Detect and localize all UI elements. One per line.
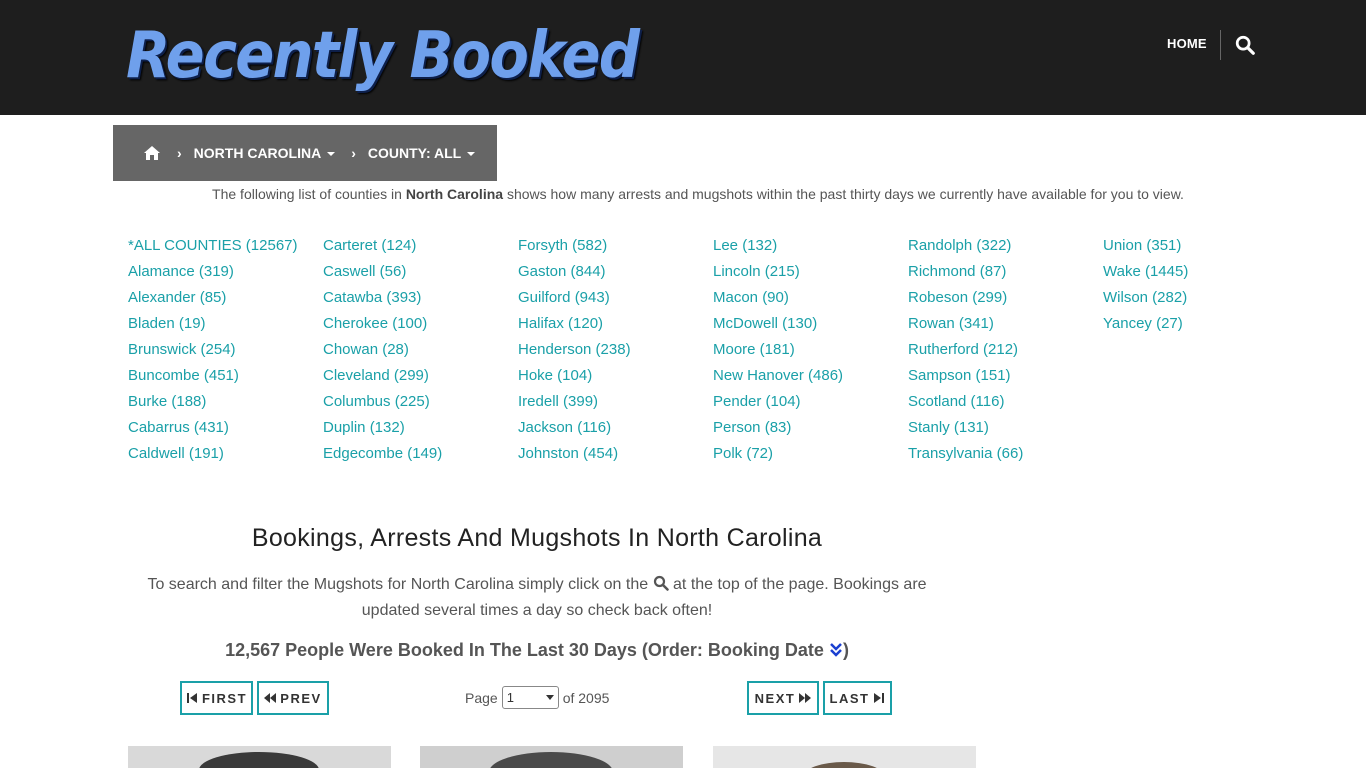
fast-forward-icon [799,693,812,703]
site-header: Recently Booked HOME [0,0,1366,115]
county-link[interactable]: Yancey (27) [1103,312,1298,338]
home-icon[interactable] [143,145,161,161]
county-link[interactable]: Stanly (131) [908,416,1103,442]
search-icon[interactable] [1234,34,1256,56]
county-link[interactable]: Rutherford (212) [908,338,1103,364]
breadcrumb-separator: › [177,145,182,161]
county-link[interactable]: Caldwell (191) [128,442,323,468]
page-selector: Page 1 of 2095 [465,686,609,709]
county-link[interactable]: Macon (90) [713,286,908,312]
county-link[interactable]: Lincoln (215) [713,260,908,286]
county-link[interactable]: Person (83) [713,416,908,442]
county-link[interactable]: Moore (181) [713,338,908,364]
nav-home-link[interactable]: HOME [1167,36,1207,51]
next-page-button[interactable]: NEXT [747,681,819,715]
site-logo[interactable]: Recently Booked [126,18,640,94]
county-link[interactable]: Forsyth (582) [518,234,713,260]
county-link[interactable]: Iredell (399) [518,390,713,416]
county-link[interactable]: Sampson (151) [908,364,1103,390]
county-link[interactable]: Cabarrus (431) [128,416,323,442]
county-link[interactable]: Carteret (124) [323,234,518,260]
step-backward-icon [186,693,197,703]
mugshot-thumbnail[interactable] [128,746,391,768]
county-link[interactable]: *ALL COUNTIES (12567) [128,234,323,260]
county-link[interactable]: Lee (132) [713,234,908,260]
breadcrumb-state-dropdown[interactable]: NORTH CAROLINA [194,145,336,161]
county-link[interactable]: Chowan (28) [323,338,518,364]
county-link[interactable]: Polk (72) [713,442,908,468]
county-list: *ALL COUNTIES (12567) Alamance (319) Alexa… [128,234,1268,468]
caret-down-icon [467,152,476,157]
nav-divider [1220,30,1221,60]
prev-page-button[interactable]: PREV [257,681,329,715]
county-link[interactable]: Bladen (19) [128,312,323,338]
search-icon [653,575,669,591]
intro-text: The following list of counties in North … [212,186,1184,202]
county-link[interactable]: Wilson (282) [1103,286,1298,312]
county-link[interactable]: Gaston (844) [518,260,713,286]
county-link[interactable]: Buncombe (451) [128,364,323,390]
county-link[interactable]: Catawba (393) [323,286,518,312]
section-title: Bookings, Arrests And Mugshots In North … [251,524,823,552]
breadcrumb: › NORTH CAROLINA › COUNTY: ALL [113,125,497,181]
county-link[interactable]: Alexander (85) [128,286,323,312]
county-link[interactable]: Cleveland (299) [323,364,518,390]
county-link[interactable]: New Hanover (486) [713,364,908,390]
chevron-down-icon [545,695,554,700]
first-page-button[interactable]: FIRST [180,681,253,715]
county-link[interactable]: Cherokee (100) [323,312,518,338]
county-link[interactable]: Henderson (238) [518,338,713,364]
county-link[interactable]: Guilford (943) [518,286,713,312]
last-page-button[interactable]: LAST [823,681,892,715]
county-link[interactable]: Columbus (225) [323,390,518,416]
county-link[interactable]: Union (351) [1103,234,1298,260]
county-link[interactable]: Pender (104) [713,390,908,416]
mugshot-thumbnail[interactable] [420,746,683,768]
county-link[interactable]: Scotland (116) [908,390,1103,416]
page-select[interactable]: 1 [501,686,559,709]
county-link[interactable]: Jackson (116) [518,416,713,442]
county-link[interactable]: Wake (1445) [1103,260,1298,286]
caret-down-icon [327,152,336,157]
county-link[interactable]: Duplin (132) [323,416,518,442]
county-link[interactable]: Rowan (341) [908,312,1103,338]
step-forward-icon [874,693,885,703]
chevron-double-down-icon[interactable] [829,642,843,658]
county-link[interactable]: Alamance (319) [128,260,323,286]
county-link[interactable]: Caswell (56) [323,260,518,286]
county-link[interactable]: McDowell (130) [713,312,908,338]
county-link[interactable]: Halifax (120) [518,312,713,338]
county-link[interactable]: Burke (188) [128,390,323,416]
breadcrumb-county-dropdown[interactable]: COUNTY: ALL [368,145,476,161]
breadcrumb-separator: › [351,145,356,161]
county-link[interactable]: Robeson (299) [908,286,1103,312]
booked-count: 12,567 People Were Booked In The Last 30… [225,640,849,660]
county-link[interactable]: Brunswick (254) [128,338,323,364]
county-link[interactable]: Richmond (87) [908,260,1103,286]
county-link[interactable]: Edgecombe (149) [323,442,518,468]
county-link[interactable]: Randolph (322) [908,234,1103,260]
county-link[interactable]: Hoke (104) [518,364,713,390]
fast-backward-icon [264,693,277,703]
intro-state: North Carolina [405,186,504,202]
county-link[interactable]: Transylvania (66) [908,442,1103,468]
county-link[interactable]: Johnston (454) [518,442,713,468]
section-description: To search and filter the Mugshots for No… [147,575,927,619]
mugshot-thumbnail[interactable] [713,746,976,768]
